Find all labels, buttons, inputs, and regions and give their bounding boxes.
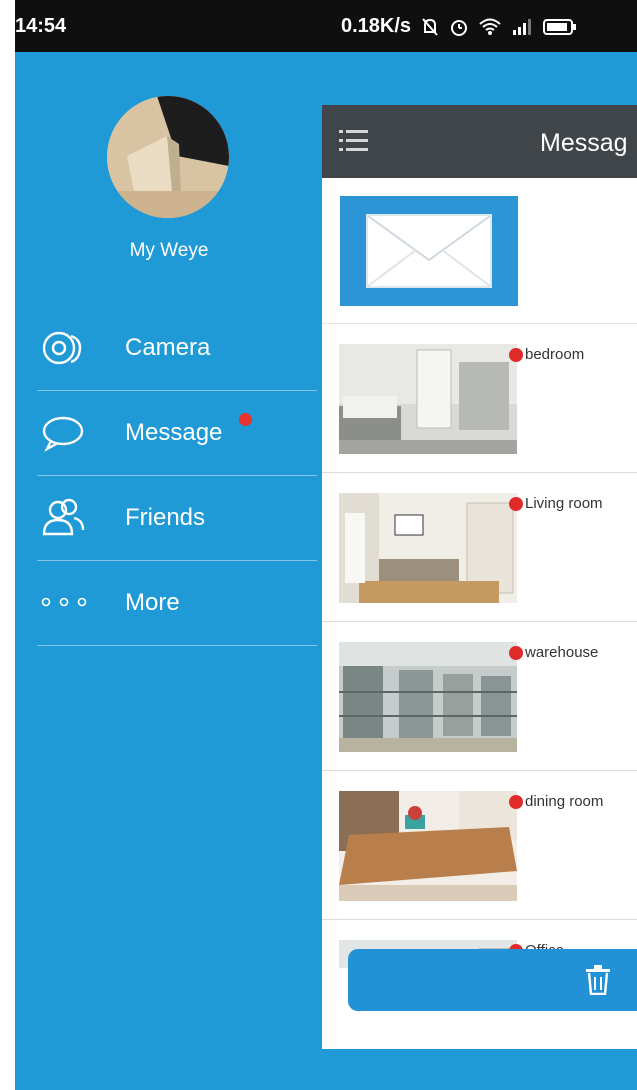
status-bar: 14:54 0.18K/s: [15, 0, 637, 52]
menu-item-camera[interactable]: Camera: [37, 306, 317, 391]
message-thumbnail: [339, 344, 517, 454]
menu-label-friends: Friends: [125, 504, 206, 531]
drawer-menu: Camera Message Friends More: [37, 306, 317, 646]
alarm-icon: [449, 17, 469, 37]
menu-item-friends[interactable]: Friends: [37, 476, 317, 561]
menu-label-camera: Camera: [125, 334, 211, 361]
unread-dot: [509, 795, 523, 809]
envelope-icon: [366, 214, 492, 288]
menu-item-message[interactable]: Message: [37, 391, 317, 476]
message-row[interactable]: warehouse: [322, 622, 637, 771]
message-camera-name: Living room: [525, 495, 603, 512]
battery-icon: [543, 18, 577, 36]
friends-icon: [41, 498, 85, 538]
signal-icon: [511, 18, 533, 36]
avatar[interactable]: [107, 96, 229, 218]
message-camera-name: warehouse: [525, 644, 599, 661]
message-row[interactable]: bedroom: [322, 324, 637, 473]
message-camera-name: dining room: [525, 793, 604, 810]
profile-name: My Weye: [129, 240, 209, 261]
message-thumbnail: [339, 791, 517, 901]
wifi-icon: [479, 18, 501, 36]
trash-icon[interactable]: [584, 965, 612, 996]
message-row[interactable]: dining room: [322, 771, 637, 920]
hamburger-menu-icon[interactable]: [339, 127, 369, 155]
delete-bar[interactable]: [348, 949, 637, 1011]
menu-label-more: More: [125, 589, 180, 616]
app-screen: 14:54 0.18K/s My Weye Camera Message Fri…: [15, 0, 637, 1090]
page-title: Messag: [540, 129, 628, 157]
unread-badge: [239, 413, 252, 426]
message-camera-name: bedroom: [525, 346, 585, 363]
unread-dot: [509, 646, 523, 660]
chat-bubble-icon: [41, 413, 85, 453]
message-thumbnail: [339, 642, 517, 752]
message-row[interactable]: Living room: [322, 473, 637, 622]
unread-dot: [509, 348, 523, 362]
status-time: 14:54: [15, 15, 67, 37]
status-icons: 0.18K/s: [341, 15, 577, 38]
menu-label-message: Message: [125, 419, 223, 446]
network-speed: 0.18K/s: [341, 15, 412, 37]
panel-header: Messag: [322, 105, 637, 178]
notification-off-icon: [421, 17, 439, 37]
messages-panel: Messag bedroom Living room warehouse din…: [322, 105, 637, 1049]
camera-icon: [41, 328, 85, 368]
more-dots-icon: [41, 595, 87, 635]
system-message-tile[interactable]: [340, 196, 518, 306]
unread-dot: [509, 497, 523, 511]
menu-item-more[interactable]: More: [37, 561, 317, 646]
message-thumbnail: [339, 493, 517, 603]
